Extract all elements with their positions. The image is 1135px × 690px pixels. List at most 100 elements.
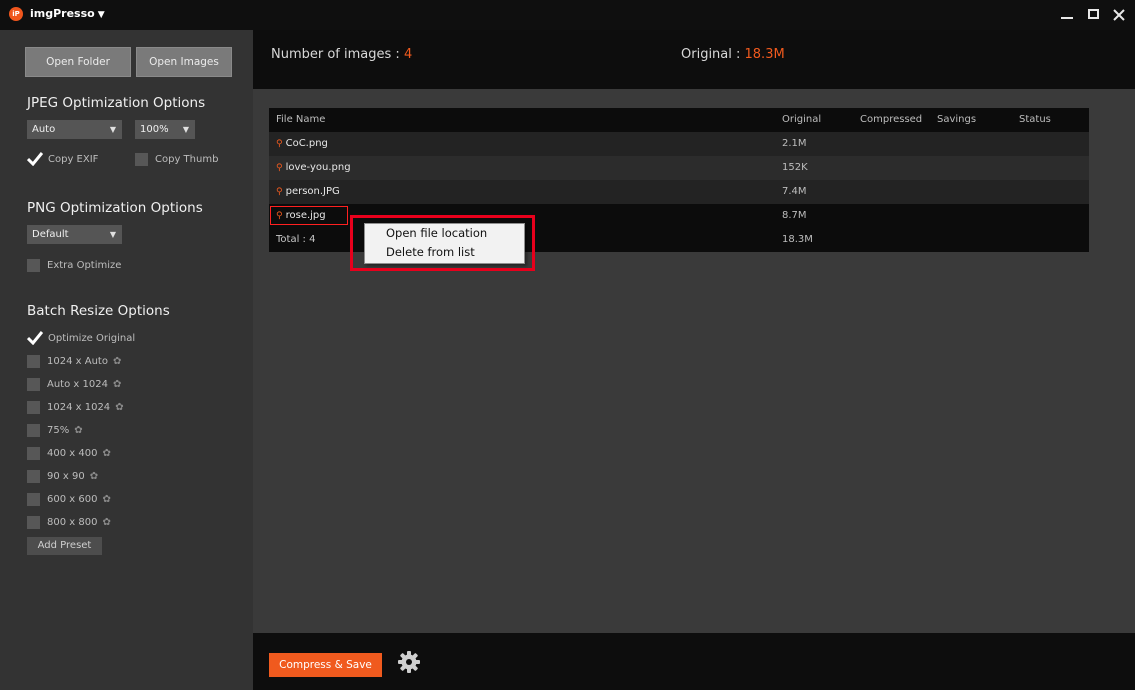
gear-icon[interactable]: ✿	[102, 494, 110, 505]
window-controls	[1059, 4, 1127, 24]
preset-label: 75%	[47, 425, 70, 436]
preset-label: Auto x 1024	[47, 379, 108, 390]
gear-icon[interactable]: ✿	[74, 425, 82, 436]
gear-icon[interactable]: ✿	[113, 379, 121, 390]
app-title-menu[interactable]: imgPresso ▼	[30, 7, 105, 20]
file-list-area: File Name Original Compressed Savings St…	[253, 89, 1135, 633]
file-name: rose.jpg	[285, 210, 326, 221]
menu-item-open-file-location[interactable]: Open file location	[365, 224, 524, 243]
file-name: love-you.png	[285, 162, 351, 173]
copy-thumb-checkbox[interactable]: Copy Thumb	[135, 153, 218, 166]
column-status[interactable]: Status	[1019, 108, 1051, 132]
checkbox-box	[27, 493, 40, 506]
jpeg-mode-select[interactable]: Auto ▼	[27, 120, 122, 139]
checkbox-box	[27, 424, 40, 437]
file-name: CoC.png	[285, 138, 328, 149]
open-images-button[interactable]: Open Images	[136, 47, 232, 77]
column-original[interactable]: Original	[782, 108, 821, 132]
app-title: imgPresso	[30, 7, 95, 20]
preset-label: 90 x 90	[47, 471, 85, 482]
checkmark-icon	[27, 331, 43, 345]
close-icon	[1113, 9, 1125, 21]
copy-exif-checkbox[interactable]: Copy EXIF	[27, 152, 98, 166]
preset-label: 1024 x Auto	[47, 356, 108, 367]
maximize-button[interactable]	[1085, 4, 1101, 24]
image-count-value: 4	[403, 47, 413, 62]
gear-icon[interactable]: ✿	[102, 517, 110, 528]
menu-item-delete-from-list[interactable]: Delete from list	[365, 243, 524, 262]
checkbox-box	[27, 470, 40, 483]
preset-label: 600 x 600	[47, 494, 98, 505]
checkbox-box	[27, 401, 40, 414]
file-original-size: 2.1M	[782, 138, 807, 149]
caret-down-icon: ▼	[97, 10, 105, 20]
minimize-icon	[1061, 17, 1073, 19]
checkbox-box	[27, 516, 40, 529]
optimize-original-checkbox[interactable]: Optimize Original	[27, 331, 135, 345]
minimize-button[interactable]	[1059, 4, 1075, 24]
total-count: Total : 4	[276, 234, 316, 245]
preset-checkbox[interactable]: 400 x 400 ✿	[27, 447, 111, 460]
open-folder-button[interactable]: Open Folder	[25, 47, 131, 77]
preset-checkbox[interactable]: 800 x 800 ✿	[27, 516, 111, 529]
column-savings[interactable]: Savings	[937, 108, 976, 132]
column-compressed[interactable]: Compressed	[860, 108, 922, 132]
gear-icon[interactable]: ✿	[102, 448, 110, 459]
gear-icon[interactable]: ✿	[90, 471, 98, 482]
preset-checkbox[interactable]: 1024 x Auto ✿	[27, 355, 121, 368]
preset-checkbox[interactable]: 90 x 90 ✿	[27, 470, 98, 483]
checkmark-icon	[27, 152, 43, 166]
dropdown-arrow-icon: ▼	[109, 230, 116, 239]
file-original-size: 8.7M	[782, 210, 807, 221]
checkbox-box	[27, 378, 40, 391]
close-button[interactable]	[1111, 4, 1127, 24]
png-mode-select[interactable]: Default ▼	[27, 225, 122, 244]
extra-optimize-label: Extra Optimize	[47, 260, 122, 271]
preset-checkbox[interactable]: 600 x 600 ✿	[27, 493, 111, 506]
preset-checkbox[interactable]: 1024 x 1024 ✿	[27, 401, 124, 414]
png-mode-value: Default	[32, 229, 69, 240]
original-size-label: Original :	[681, 47, 745, 62]
table-row[interactable]: ⚲ person.JPG 7.4M	[269, 180, 1089, 204]
table-row[interactable]: ⚲ CoC.png 2.1M	[269, 132, 1089, 156]
add-preset-button[interactable]: Add Preset	[27, 537, 102, 555]
preset-checkbox[interactable]: Auto x 1024 ✿	[27, 378, 121, 391]
preset-label: 800 x 800	[47, 517, 98, 528]
image-count-label: Number of images :	[271, 47, 404, 62]
file-original-size: 7.4M	[782, 186, 807, 197]
options-sidebar: Open Folder Open Images JPEG Optimizatio…	[0, 30, 253, 690]
magnifier-icon[interactable]: ⚲	[276, 163, 283, 173]
compress-save-button[interactable]: Compress & Save	[269, 653, 382, 677]
copy-exif-label: Copy EXIF	[48, 153, 99, 165]
original-size-value: 18.3M	[744, 47, 785, 62]
jpeg-quality-select[interactable]: 100% ▼	[135, 120, 195, 139]
preset-checkbox[interactable]: 75% ✿	[27, 424, 83, 437]
jpeg-options-title: JPEG Optimization Options	[27, 95, 206, 111]
checkbox-box	[135, 153, 148, 166]
dropdown-arrow-icon: ▼	[109, 125, 116, 134]
file-original-size: 152K	[782, 162, 808, 173]
preset-label: 400 x 400	[47, 448, 98, 459]
image-count: Number of images : 4	[271, 47, 412, 62]
original-size: Original : 18.3M	[681, 47, 785, 62]
gear-icon[interactable]: ✿	[113, 356, 121, 367]
copy-thumb-label: Copy Thumb	[155, 154, 219, 165]
magnifier-icon[interactable]: ⚲	[276, 187, 283, 197]
summary-header: Number of images : 4 Original : 18.3M	[253, 30, 1135, 89]
dropdown-arrow-icon: ▼	[182, 125, 189, 134]
magnifier-icon[interactable]: ⚲	[276, 139, 283, 149]
optimize-original-label: Optimize Original	[48, 332, 136, 344]
maximize-icon	[1087, 9, 1099, 19]
context-menu: Open file location Delete from list	[364, 223, 525, 264]
checkbox-box	[27, 355, 40, 368]
table-row[interactable]: ⚲ love-you.png 152K	[269, 156, 1089, 180]
jpeg-quality-value: 100%	[140, 124, 169, 135]
total-original-size: 18.3M	[782, 234, 813, 245]
gear-icon[interactable]: ✿	[115, 402, 123, 413]
file-name: person.JPG	[285, 186, 340, 197]
action-footer: Compress & Save	[253, 633, 1135, 690]
extra-optimize-checkbox[interactable]: Extra Optimize	[27, 259, 121, 272]
settings-gear-icon[interactable]	[397, 650, 421, 674]
magnifier-icon[interactable]: ⚲	[276, 211, 283, 221]
column-file-name[interactable]: File Name	[276, 108, 325, 132]
